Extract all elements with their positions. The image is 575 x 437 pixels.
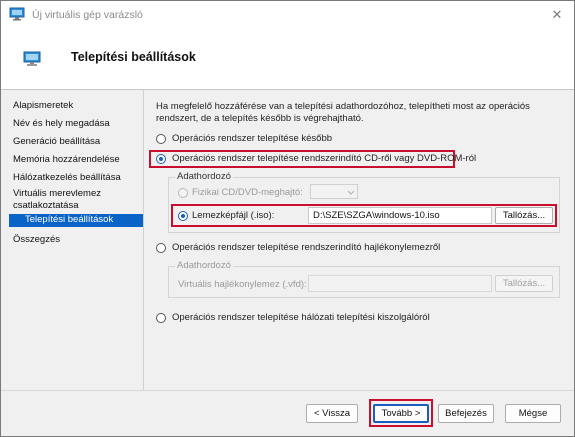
label-image-file: Lemezképfájl (.iso): bbox=[192, 210, 275, 221]
radio-install-from-cd[interactable] bbox=[156, 154, 166, 164]
vfd-path-field[interactable] bbox=[308, 275, 492, 292]
browse-iso-button[interactable]: Tallózás... bbox=[495, 207, 553, 224]
title-bar: Új virtuális gép varázsló ✕ bbox=[1, 1, 574, 29]
radio-physical-drive[interactable] bbox=[178, 188, 188, 198]
back-button[interactable]: < Vissza bbox=[306, 404, 358, 423]
radio-install-later[interactable] bbox=[156, 134, 166, 144]
radio-install-from-network[interactable] bbox=[156, 313, 166, 323]
iso-path-field[interactable]: D:\SZE\SZGA\windows-10.iso bbox=[308, 207, 492, 224]
close-icon[interactable]: ✕ bbox=[548, 6, 566, 24]
finish-button[interactable]: Befejezés bbox=[438, 404, 494, 423]
sidebar-item-basics[interactable]: Alapismeretek bbox=[9, 100, 143, 112]
sidebar-item-installation-options[interactable]: Telepítési beállítások bbox=[9, 214, 143, 227]
radio-image-file[interactable] bbox=[178, 211, 188, 221]
virtual-machine-icon bbox=[9, 7, 25, 24]
sidebar-item-name-location[interactable]: Név és hely megadása bbox=[9, 118, 143, 130]
cancel-button[interactable]: Mégse bbox=[505, 404, 561, 423]
page-title: Telepítési beállítások bbox=[71, 50, 196, 64]
wizard-window: Új virtuális gép varázsló ✕ Telepítési b… bbox=[0, 0, 575, 437]
label-install-later[interactable]: Operációs rendszer telepítése később bbox=[172, 133, 332, 144]
label-physical-drive: Fizikai CD/DVD-meghajtó: bbox=[192, 187, 303, 198]
media-group-floppy-title: Adathordozó bbox=[175, 260, 233, 271]
monitor-icon bbox=[23, 51, 41, 70]
sidebar-item-memory[interactable]: Memória hozzárendelése bbox=[9, 154, 143, 166]
media-group-cd-title: Adathordozó bbox=[175, 171, 233, 182]
label-vfd: Virtuális hajlékonylemez (.vfd): bbox=[178, 279, 307, 290]
footer-divider bbox=[1, 390, 574, 391]
intro-text: Ha megfelelő hozzáférése van a telepítés… bbox=[156, 101, 530, 124]
wizard-header: Telepítési beállítások bbox=[1, 29, 574, 90]
window-title: Új virtuális gép varázsló bbox=[32, 9, 143, 21]
chevron-down-icon bbox=[347, 190, 355, 195]
installation-options-panel: Ha megfelelő hozzáférése van a telepítés… bbox=[144, 90, 574, 390]
label-install-from-network[interactable]: Operációs rendszer telepítése hálózati t… bbox=[172, 312, 430, 323]
label-install-from-cd[interactable]: Operációs rendszer telepítése rendszerin… bbox=[172, 153, 476, 164]
physical-drive-select[interactable] bbox=[310, 184, 358, 199]
sidebar-item-networking[interactable]: Hálózatkezelés beállítása bbox=[9, 172, 143, 184]
radio-install-from-floppy[interactable] bbox=[156, 243, 166, 253]
browse-vfd-button[interactable]: Tallózás... bbox=[495, 275, 553, 292]
sidebar-item-generation[interactable]: Generáció beállítása bbox=[9, 136, 143, 148]
next-button[interactable]: Tovább > bbox=[373, 404, 429, 423]
sidebar-item-virtual-disk[interactable]: Virtuális merevlemez csatlakoztatása bbox=[9, 188, 119, 212]
sidebar-item-summary[interactable]: Összegzés bbox=[9, 234, 143, 246]
label-install-from-floppy[interactable]: Operációs rendszer telepítése rendszerin… bbox=[172, 242, 440, 253]
